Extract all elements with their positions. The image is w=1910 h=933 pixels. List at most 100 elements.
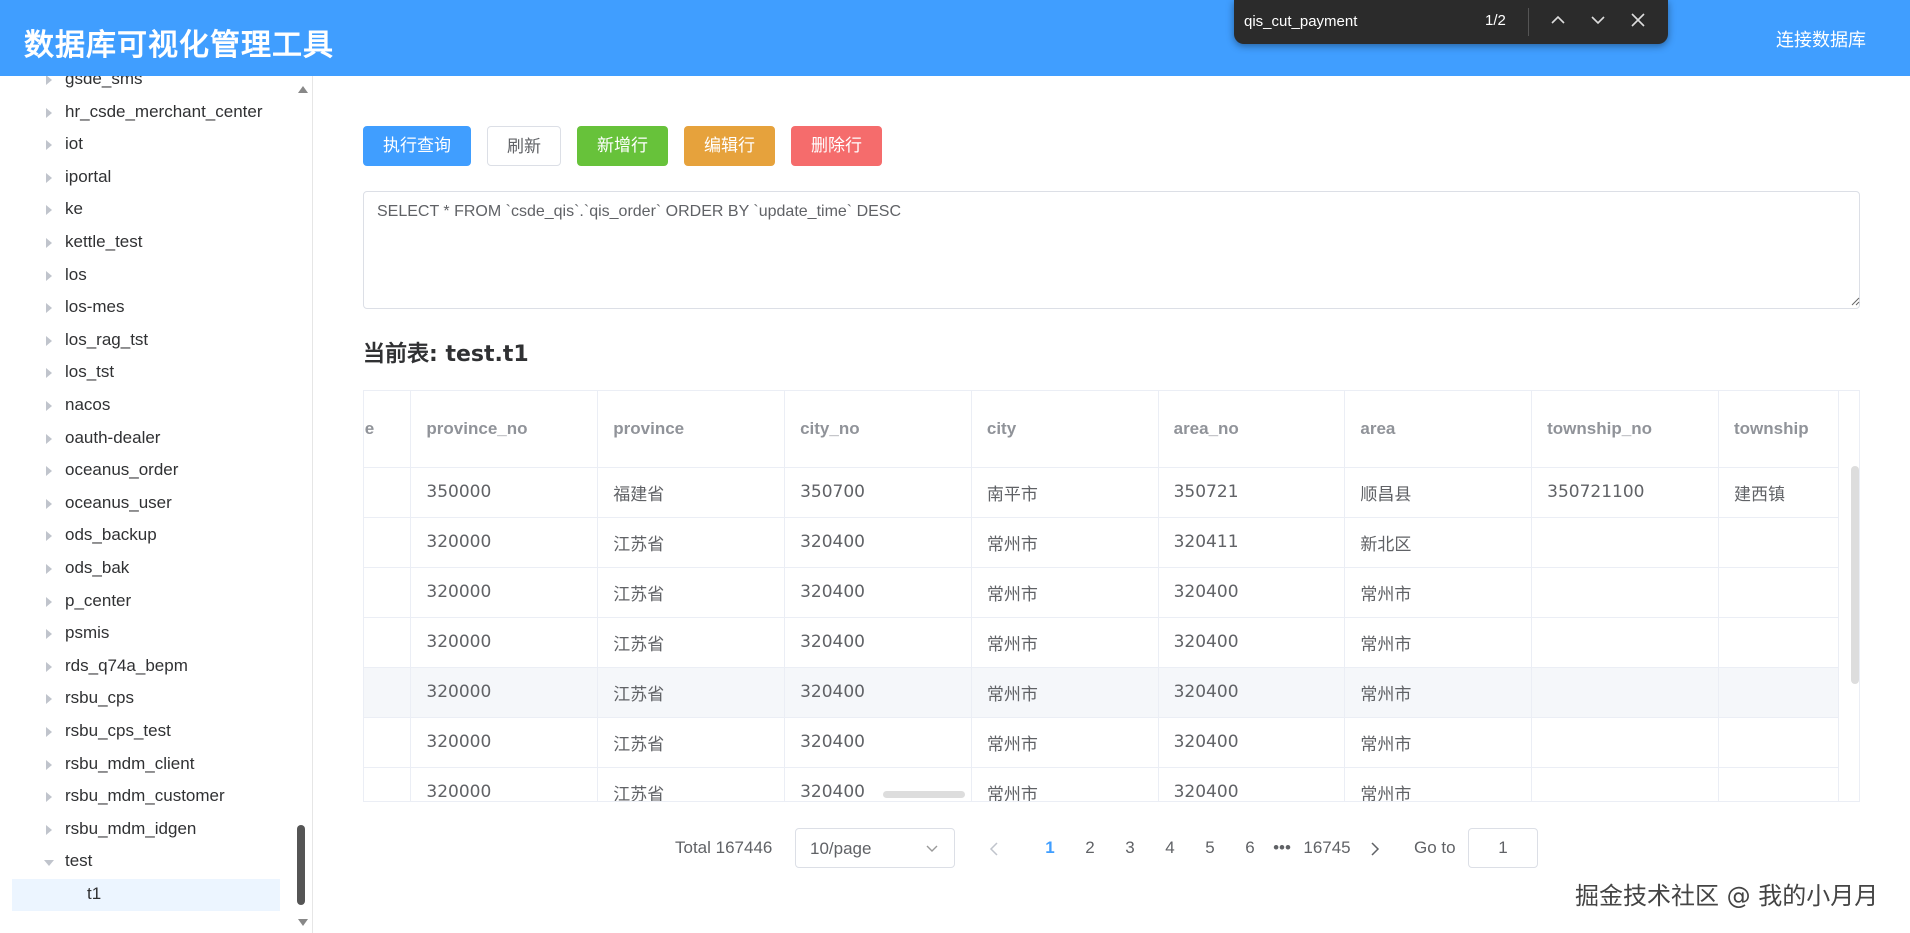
column-header[interactable]: area (1344, 391, 1533, 468)
caret-right-icon[interactable] (46, 303, 52, 314)
next-page-icon[interactable] (1370, 842, 1380, 856)
tree-node[interactable]: nacos (0, 390, 280, 422)
caret-right-icon[interactable] (46, 270, 52, 281)
column-header[interactable]: township_no (1531, 391, 1719, 468)
chevron-up-icon[interactable] (1544, 6, 1572, 34)
column-header[interactable]: area_no (1158, 391, 1346, 468)
execute-query-button[interactable]: 执行查询 (363, 126, 471, 166)
table-vertical-scrollbar[interactable] (1851, 466, 1859, 684)
column-header[interactable]: ode (364, 391, 412, 468)
caret-down-icon[interactable] (44, 860, 54, 867)
more-pages-ellipsis[interactable]: ••• (1267, 838, 1297, 858)
table-row[interactable]: 320000 江苏省 320400 常州市 320400 常州市 (364, 667, 1839, 718)
scroll-up-arrow-icon[interactable] (298, 86, 308, 93)
tree-node[interactable]: oauth-dealer (0, 423, 280, 455)
refresh-button[interactable]: 刷新 (487, 126, 561, 166)
column-header[interactable]: province (597, 391, 786, 468)
tree-node[interactable]: oceanus_order (0, 455, 280, 487)
caret-right-icon[interactable] (46, 661, 52, 672)
connect-database-link[interactable]: 连接数据库 (1776, 26, 1866, 52)
goto-page-input[interactable] (1468, 828, 1538, 868)
sql-editor[interactable]: SELECT * FROM `csde_qis`.`qis_order` ORD… (363, 191, 1860, 309)
table-cell: 350000 (410, 467, 599, 518)
tree-node-label: oceanus_order (65, 460, 179, 480)
tree-node[interactable]: test (0, 846, 280, 878)
tree-node[interactable]: ods_backup (0, 520, 280, 552)
column-header[interactable]: township (1718, 391, 1839, 468)
tree-node[interactable]: rds_q74a_bepm (0, 651, 280, 683)
tree-node[interactable]: rsbu_mdm_client (0, 749, 280, 781)
table-horizontal-scrollbar[interactable] (883, 791, 965, 798)
tree-node[interactable]: oceanus_user (0, 488, 280, 520)
caret-right-icon[interactable] (46, 531, 52, 542)
add-row-button[interactable]: 新增行 (577, 126, 668, 166)
tree-node[interactable]: los (0, 260, 280, 292)
page-number[interactable]: 1 (1035, 838, 1065, 858)
table-row[interactable]: 320000 江苏省 320400 常州市 320400 常州市 (364, 617, 1839, 668)
tree-node[interactable]: los-mes (0, 292, 280, 324)
page-number[interactable]: 4 (1155, 838, 1185, 858)
caret-right-icon[interactable] (46, 792, 52, 803)
caret-right-icon[interactable] (46, 596, 52, 607)
find-input[interactable] (1244, 10, 1464, 32)
chevron-down-icon[interactable] (1584, 6, 1612, 34)
caret-right-icon[interactable] (46, 498, 52, 509)
page-last[interactable]: 16745 (1297, 838, 1357, 858)
caret-right-icon[interactable] (46, 629, 52, 640)
column-header[interactable]: city (971, 391, 1159, 468)
caret-right-icon[interactable] (46, 107, 52, 118)
tree-node[interactable]: rsbu_cps_test (0, 716, 280, 748)
tree-node[interactable]: kettle_test (0, 227, 280, 259)
page-size-select[interactable]: 10/page (795, 828, 955, 868)
scroll-down-arrow-icon[interactable] (298, 919, 308, 926)
caret-right-icon[interactable] (46, 727, 52, 737)
caret-right-icon[interactable] (46, 824, 52, 835)
tree-node[interactable]: rsbu_mdm_idgen (0, 814, 280, 846)
caret-right-icon[interactable] (46, 759, 52, 770)
close-icon[interactable] (1624, 6, 1652, 34)
tree-node[interactable]: los_tst (0, 357, 280, 389)
tree-node[interactable]: ods_bak (0, 553, 280, 585)
tree-node[interactable]: p_center (0, 586, 280, 618)
tree-node[interactable]: iot (0, 129, 280, 161)
tree-node[interactable]: rsbu_mdm_customer (0, 781, 280, 813)
caret-right-icon[interactable] (46, 564, 52, 574)
edit-row-button[interactable]: 编辑行 (684, 126, 775, 166)
tree-node[interactable]: ke (0, 194, 280, 226)
tree-node[interactable]: hr_csde_merchant_center (0, 97, 280, 129)
table-row[interactable]: 350000 福建省 350700 南平市 350721 顺昌县 350721100 建西镇 (364, 467, 1839, 518)
tree-node[interactable]: psmis (0, 618, 280, 650)
scroll-thumb[interactable] (297, 825, 305, 905)
page-number[interactable]: 5 (1195, 838, 1225, 858)
sidebar-scrollbar[interactable] (294, 80, 312, 932)
table-row[interactable]: 320000 江苏省 320400 常州市 320400 常州市 (364, 567, 1839, 618)
caret-right-icon[interactable] (46, 140, 52, 151)
caret-right-icon[interactable] (46, 172, 52, 183)
page-number[interactable]: 6 (1235, 838, 1265, 858)
caret-right-icon[interactable] (46, 466, 52, 477)
tree-node-label: rsbu_mdm_client (65, 753, 195, 773)
page-number[interactable]: 2 (1075, 838, 1105, 858)
table-row[interactable]: 320000 江苏省 320400 常州市 320411 新北区 (364, 517, 1839, 568)
caret-right-icon[interactable] (46, 433, 52, 444)
column-header[interactable]: province_no (410, 391, 599, 468)
table-row[interactable]: 320000 江苏省 320400 常州市 320400 常州市 (364, 717, 1839, 768)
caret-right-icon[interactable] (46, 368, 52, 379)
tree-node-selected[interactable]: t1 (12, 879, 280, 911)
caret-right-icon[interactable] (46, 335, 52, 346)
tree-node[interactable]: iportal (0, 162, 280, 194)
caret-right-icon[interactable] (46, 238, 52, 248)
tree-node[interactable]: rsbu_cps (0, 683, 280, 715)
caret-right-icon[interactable] (46, 401, 52, 411)
table-row[interactable]: 320000 江苏省 320400 常州市 320400 常州市 (364, 767, 1839, 801)
prev-page-icon[interactable] (989, 842, 999, 856)
caret-right-icon[interactable] (46, 694, 52, 705)
resize-grip-icon[interactable] (1850, 296, 1860, 306)
tree-node[interactable]: los_rag_tst (0, 325, 280, 357)
tree-node[interactable]: gsde_sms (0, 76, 280, 96)
column-header[interactable]: city_no (784, 391, 972, 468)
caret-right-icon[interactable] (46, 76, 52, 85)
caret-right-icon[interactable] (46, 205, 52, 216)
delete-row-button[interactable]: 删除行 (791, 126, 882, 166)
page-number[interactable]: 3 (1115, 838, 1145, 858)
